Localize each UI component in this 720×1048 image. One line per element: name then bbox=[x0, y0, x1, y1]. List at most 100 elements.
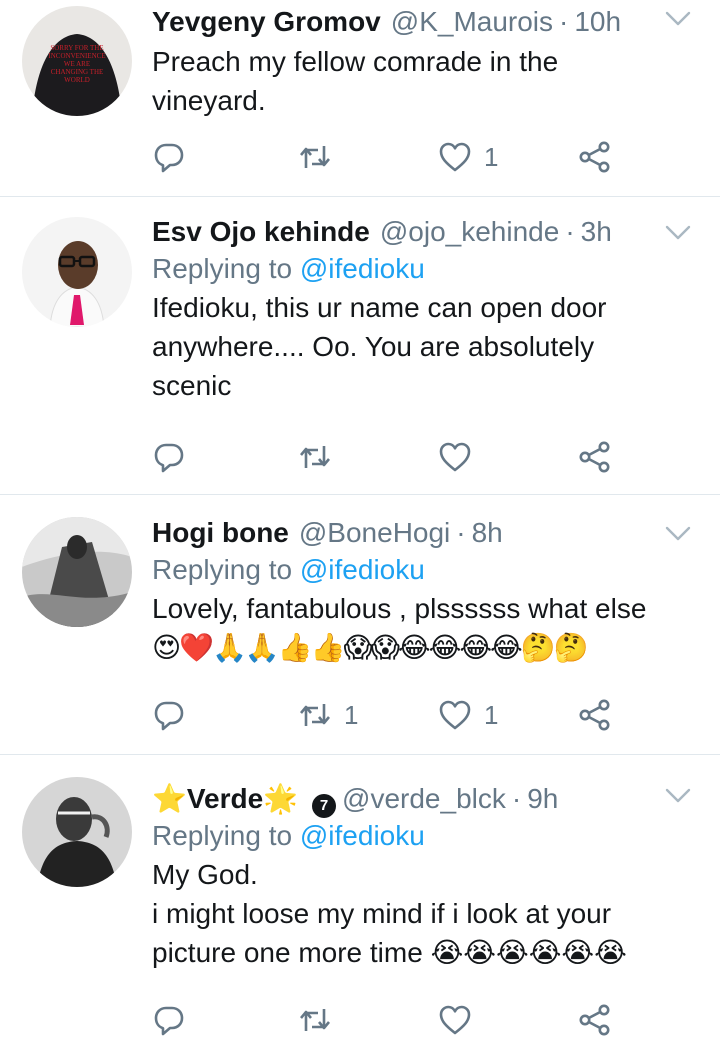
avatar-shirt-text: SORRY FOR THE bbox=[50, 44, 103, 52]
tweet-actions: 1 1 bbox=[152, 695, 632, 735]
chevron-down-icon[interactable] bbox=[664, 787, 692, 805]
replying-to: Replying to @ifedioku bbox=[152, 551, 700, 589]
retweet-button[interactable] bbox=[298, 1000, 344, 1040]
number-badge-icon: 7 bbox=[312, 794, 337, 818]
user-name[interactable]: Verde bbox=[187, 781, 263, 817]
tweet[interactable]: ⭐ Verde 🌟 7 @verde_blck · 9h Replying to… bbox=[0, 755, 720, 1048]
share-icon bbox=[578, 140, 612, 174]
heart-icon bbox=[438, 698, 472, 732]
tweet-text: Ifedioku, this ur name can open door any… bbox=[152, 288, 700, 405]
tweet-text-line: vineyard. bbox=[152, 85, 266, 116]
chevron-down-icon[interactable] bbox=[664, 525, 692, 543]
replying-to-label: Replying to bbox=[152, 253, 300, 284]
like-button[interactable] bbox=[438, 437, 484, 477]
share-button[interactable] bbox=[578, 695, 612, 735]
replies-feed: SORRY FOR THE INCONVENIENCE WE ARE CHANG… bbox=[0, 0, 720, 1048]
separator-dot: · bbox=[565, 216, 575, 247]
tweet-emoji-line: 😍❤️🙏🙏👍👍😱😱😂😂😂😂🤔🤔 bbox=[152, 631, 588, 664]
glowing-star-emoji: 🌟 bbox=[263, 782, 299, 815]
user-name[interactable]: Yevgeny Gromov bbox=[152, 4, 381, 40]
avatar[interactable]: SORRY FOR THE INCONVENIENCE WE ARE CHANG… bbox=[22, 6, 132, 116]
timestamp[interactable]: 10h bbox=[574, 4, 621, 40]
reply-button[interactable] bbox=[152, 1000, 198, 1040]
tweet-actions bbox=[152, 437, 632, 477]
user-handle[interactable]: @BoneHogi bbox=[299, 515, 450, 551]
tweet-header: Yevgeny Gromov @K_Maurois · 10h bbox=[152, 4, 700, 40]
timestamp[interactable]: 3h bbox=[581, 214, 612, 250]
reply-button[interactable] bbox=[152, 695, 198, 735]
avatar[interactable] bbox=[22, 517, 132, 627]
tweet-text-line: scenic bbox=[152, 370, 232, 401]
reply-icon bbox=[152, 140, 186, 174]
user-handle[interactable]: @K_Maurois bbox=[391, 4, 553, 40]
like-button[interactable] bbox=[438, 1000, 484, 1040]
retweet-button[interactable]: 1 bbox=[298, 695, 358, 735]
retweet-icon bbox=[298, 140, 332, 174]
separator-dot: · bbox=[559, 6, 569, 37]
tweet-text-line: Preach my fellow comrade in the bbox=[152, 46, 559, 77]
retweet-button[interactable] bbox=[298, 437, 344, 477]
tweet-text-line: i might loose my mind if i look at your bbox=[152, 898, 612, 929]
replying-to: Replying to @ifedioku bbox=[152, 250, 700, 288]
avatar[interactable] bbox=[22, 777, 132, 887]
tweet-text: My God. i might loose my mind if i look … bbox=[152, 855, 700, 972]
reply-icon bbox=[152, 1003, 186, 1037]
replying-to-link[interactable]: @ifedioku bbox=[300, 554, 425, 585]
like-count: 1 bbox=[484, 699, 499, 730]
chevron-down-icon[interactable] bbox=[664, 224, 692, 242]
avatar-image: SORRY FOR THE INCONVENIENCE WE ARE CHANG… bbox=[22, 6, 132, 116]
share-button[interactable] bbox=[578, 137, 612, 177]
like-button[interactable]: 1 bbox=[438, 695, 498, 735]
user-handle[interactable]: @verde_blck bbox=[342, 781, 506, 817]
tweet[interactable]: SORRY FOR THE INCONVENIENCE WE ARE CHANG… bbox=[0, 0, 720, 197]
retweet-icon bbox=[298, 440, 332, 474]
tweet-content: Esv Ojo kehinde @ojo_kehinde · 3h Replyi… bbox=[152, 214, 700, 405]
reply-button[interactable] bbox=[152, 137, 198, 177]
replying-to-link[interactable]: @ifedioku bbox=[300, 253, 425, 284]
tweet-actions bbox=[152, 1000, 632, 1040]
avatar[interactable] bbox=[22, 217, 132, 327]
reply-button[interactable] bbox=[152, 437, 198, 477]
tweet-header: Hogi bone @BoneHogi · 8h bbox=[152, 515, 700, 551]
tweet-text-line: picture one more time 😭😭😭😭😭😭 bbox=[152, 937, 627, 968]
tweet-text-line: anywhere.... Oo. You are absolutely bbox=[152, 331, 595, 362]
star-emoji: ⭐ bbox=[152, 782, 187, 815]
share-icon bbox=[578, 1003, 612, 1037]
tweet[interactable]: Hogi bone @BoneHogi · 8h Replying to @if… bbox=[0, 495, 720, 755]
share-button[interactable] bbox=[578, 1000, 612, 1040]
share-button[interactable] bbox=[578, 437, 612, 477]
tweet-header: ⭐ Verde 🌟 7 @verde_blck · 9h bbox=[152, 781, 700, 818]
timestamp[interactable]: 8h bbox=[472, 515, 503, 551]
like-count: 1 bbox=[484, 141, 499, 172]
avatar-shirt-text: WE ARE bbox=[64, 60, 90, 68]
replying-to-link[interactable]: @ifedioku bbox=[300, 820, 425, 851]
like-button[interactable]: 1 bbox=[438, 137, 498, 177]
heart-icon bbox=[438, 440, 472, 474]
separator-dot: · bbox=[511, 783, 522, 814]
retweet-button[interactable] bbox=[298, 137, 344, 177]
avatar-image bbox=[22, 217, 132, 327]
chevron-down-icon[interactable] bbox=[664, 10, 692, 28]
tweet-text-line: My God. bbox=[152, 859, 258, 890]
tweet-actions: 1 bbox=[152, 137, 632, 177]
avatar-shirt-text: WORLD bbox=[64, 76, 90, 84]
user-name[interactable]: Hogi bone bbox=[152, 515, 289, 551]
tweet[interactable]: Esv Ojo kehinde @ojo_kehinde · 3h Replyi… bbox=[0, 197, 720, 495]
tweet-text-line: Lovely, fantabulous , plssssss what else bbox=[152, 593, 647, 624]
tweet-content: Yevgeny Gromov @K_Maurois · 10h Preach m… bbox=[152, 4, 700, 120]
tweet-text: Preach my fellow comrade in the vineyard… bbox=[152, 42, 700, 120]
tweet-content: Hogi bone @BoneHogi · 8h Replying to @if… bbox=[152, 515, 700, 668]
replying-to: Replying to @ifedioku bbox=[152, 817, 700, 855]
separator-dot: · bbox=[456, 517, 466, 548]
avatar-image bbox=[22, 777, 132, 887]
reply-icon bbox=[152, 698, 186, 732]
tweet-header: Esv Ojo kehinde @ojo_kehinde · 3h bbox=[152, 214, 700, 250]
replying-to-label: Replying to bbox=[152, 820, 300, 851]
timestamp[interactable]: 9h bbox=[527, 781, 558, 817]
retweet-icon bbox=[298, 1003, 332, 1037]
avatar-shirt-text: CHANGING THE bbox=[51, 68, 104, 76]
user-handle[interactable]: @ojo_kehinde bbox=[380, 214, 559, 250]
tweet-text: Lovely, fantabulous , plssssss what else… bbox=[152, 589, 700, 668]
user-name[interactable]: Esv Ojo kehinde bbox=[152, 214, 370, 250]
tweet-content: ⭐ Verde 🌟 7 @verde_blck · 9h Replying to… bbox=[152, 781, 700, 972]
